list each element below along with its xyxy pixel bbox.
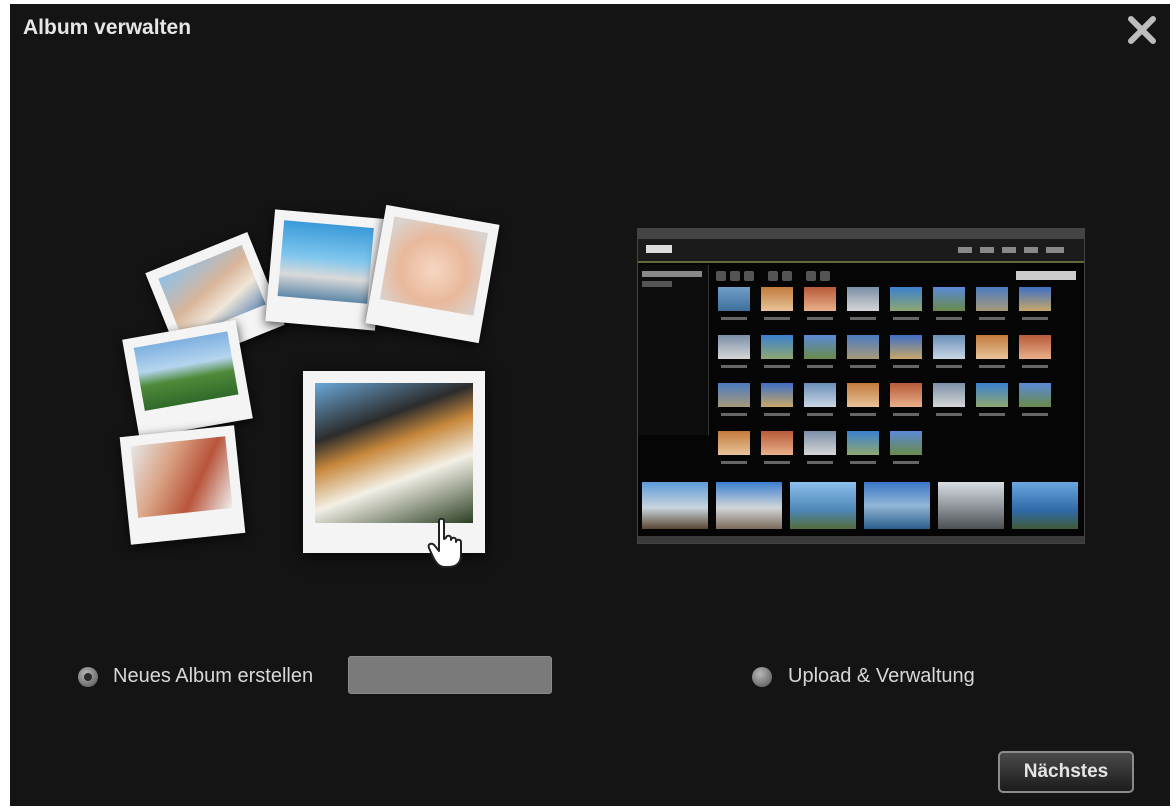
hand-cursor-icon (427, 517, 462, 568)
upload-manage-label: Upload & Verwaltung (788, 665, 975, 687)
close-icon[interactable] (1124, 12, 1160, 48)
management-preview-screenshot (637, 228, 1085, 544)
album-name-input[interactable] (348, 656, 552, 694)
dialog-title: Album verwalten (23, 16, 192, 39)
photo-collage-illustration (105, 199, 505, 579)
manage-album-dialog: Album verwalten Neues Album erstellen Up… (10, 4, 1170, 806)
photo-horse (122, 319, 253, 439)
upload-manage-radio[interactable] (752, 667, 772, 687)
new-album-radio[interactable] (78, 667, 98, 687)
new-album-label: Neues Album erstellen (113, 665, 314, 687)
next-button[interactable]: Nächstes (998, 751, 1134, 793)
photo-couple (119, 425, 246, 545)
photo-baby (365, 204, 500, 344)
